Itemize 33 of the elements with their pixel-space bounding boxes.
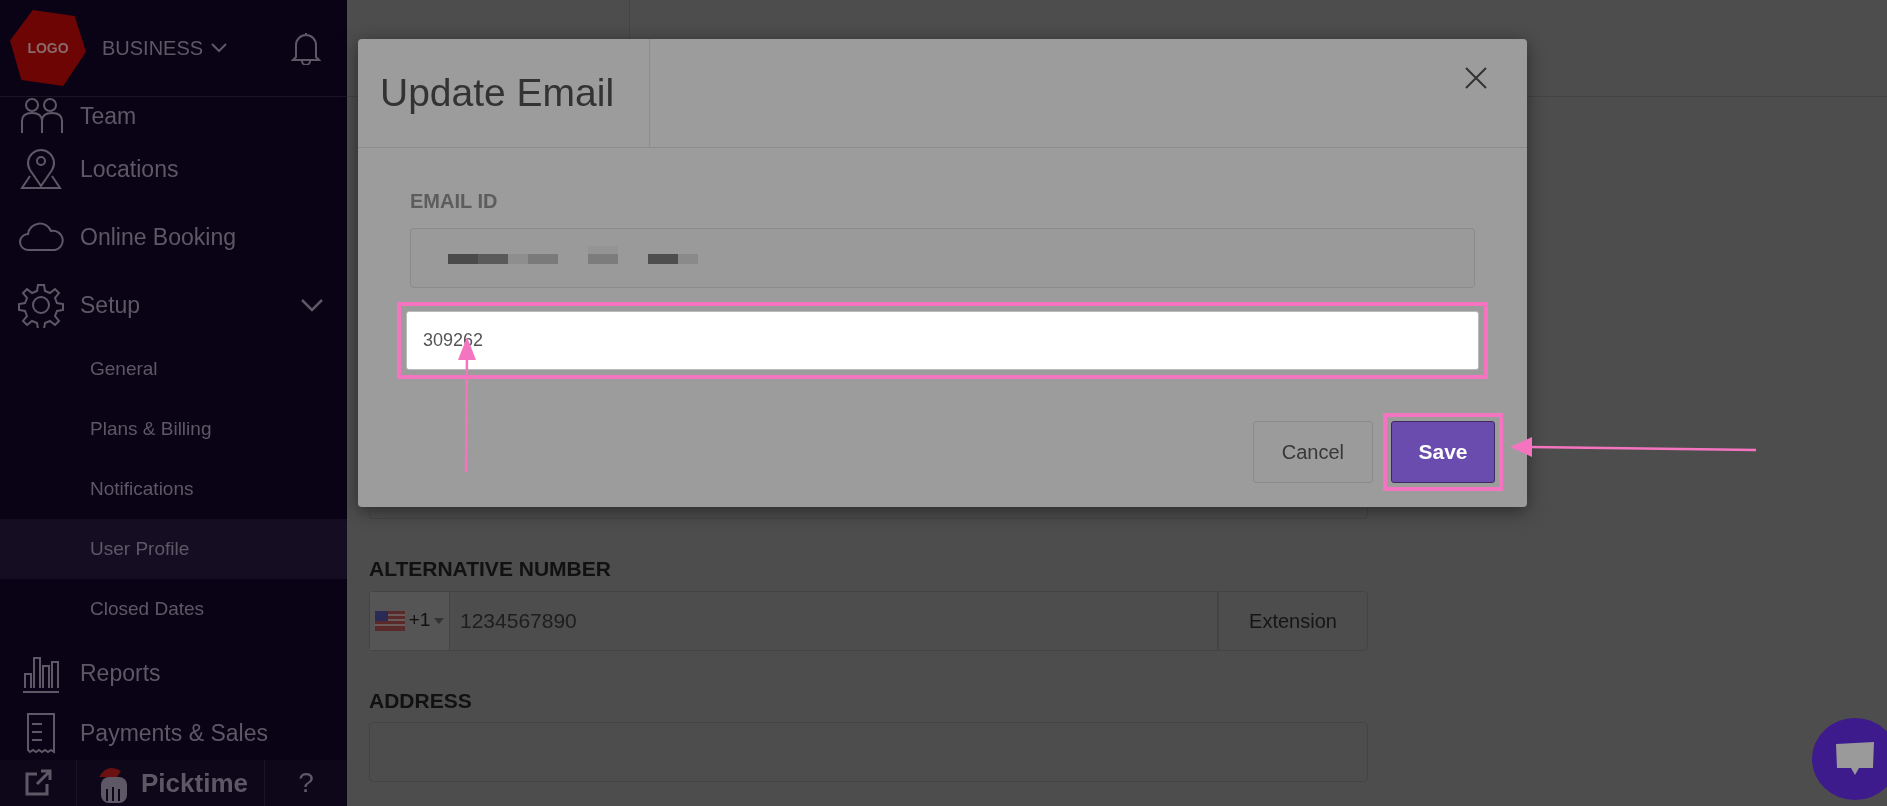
nav-item[interactable]: Payments & Sales	[0, 707, 347, 759]
logo[interactable]: LOGO	[10, 10, 86, 86]
nav-item[interactable]: Reports	[0, 639, 347, 707]
notification-bell-icon[interactable]	[291, 31, 321, 65]
caret-icon	[434, 617, 445, 624]
code-input-field[interactable]: 309262	[406, 311, 1479, 370]
external-link-icon[interactable]	[23, 768, 53, 798]
submenu-item[interactable]: Plans & Billing	[0, 399, 347, 459]
submenu-item[interactable]: Notifications	[0, 459, 347, 519]
field-label: ALTERNATIVE NUMBER	[369, 556, 612, 582]
cancel-button[interactable]: Cancel	[1252, 421, 1373, 483]
extension-field[interactable]: Extension	[1218, 590, 1368, 651]
modal-title: Update Email	[358, 39, 650, 147]
save-button[interactable]: Save	[1391, 421, 1495, 483]
brand-name: Picktime	[141, 766, 248, 800]
submenu-item[interactable]: Closed Dates	[0, 579, 347, 639]
flag-icon	[374, 610, 405, 631]
chevron-icon	[211, 43, 228, 53]
nav-item[interactable]: Setup	[0, 271, 347, 339]
field-label: EMAIL ID	[410, 189, 499, 214]
chat-bubble-icon	[1835, 741, 1875, 777]
nav-item[interactable]: Team	[0, 97, 347, 135]
business-dropdown[interactable]: BUSINESS	[102, 33, 228, 63]
settings-icon	[18, 282, 64, 328]
help-button[interactable]: ?	[298, 762, 314, 804]
submenu-item[interactable]: User Profile	[0, 519, 347, 579]
nav-item[interactable]: Locations	[0, 135, 347, 203]
submenu-item[interactable]: General	[0, 339, 347, 399]
field-label: ADDRESS	[369, 687, 473, 714]
map-pin-icon	[18, 146, 64, 192]
country-code-dropdown[interactable]: +1	[370, 591, 450, 650]
nav-item[interactable]: Online Booking	[0, 203, 347, 271]
close-icon[interactable]	[1465, 67, 1487, 89]
